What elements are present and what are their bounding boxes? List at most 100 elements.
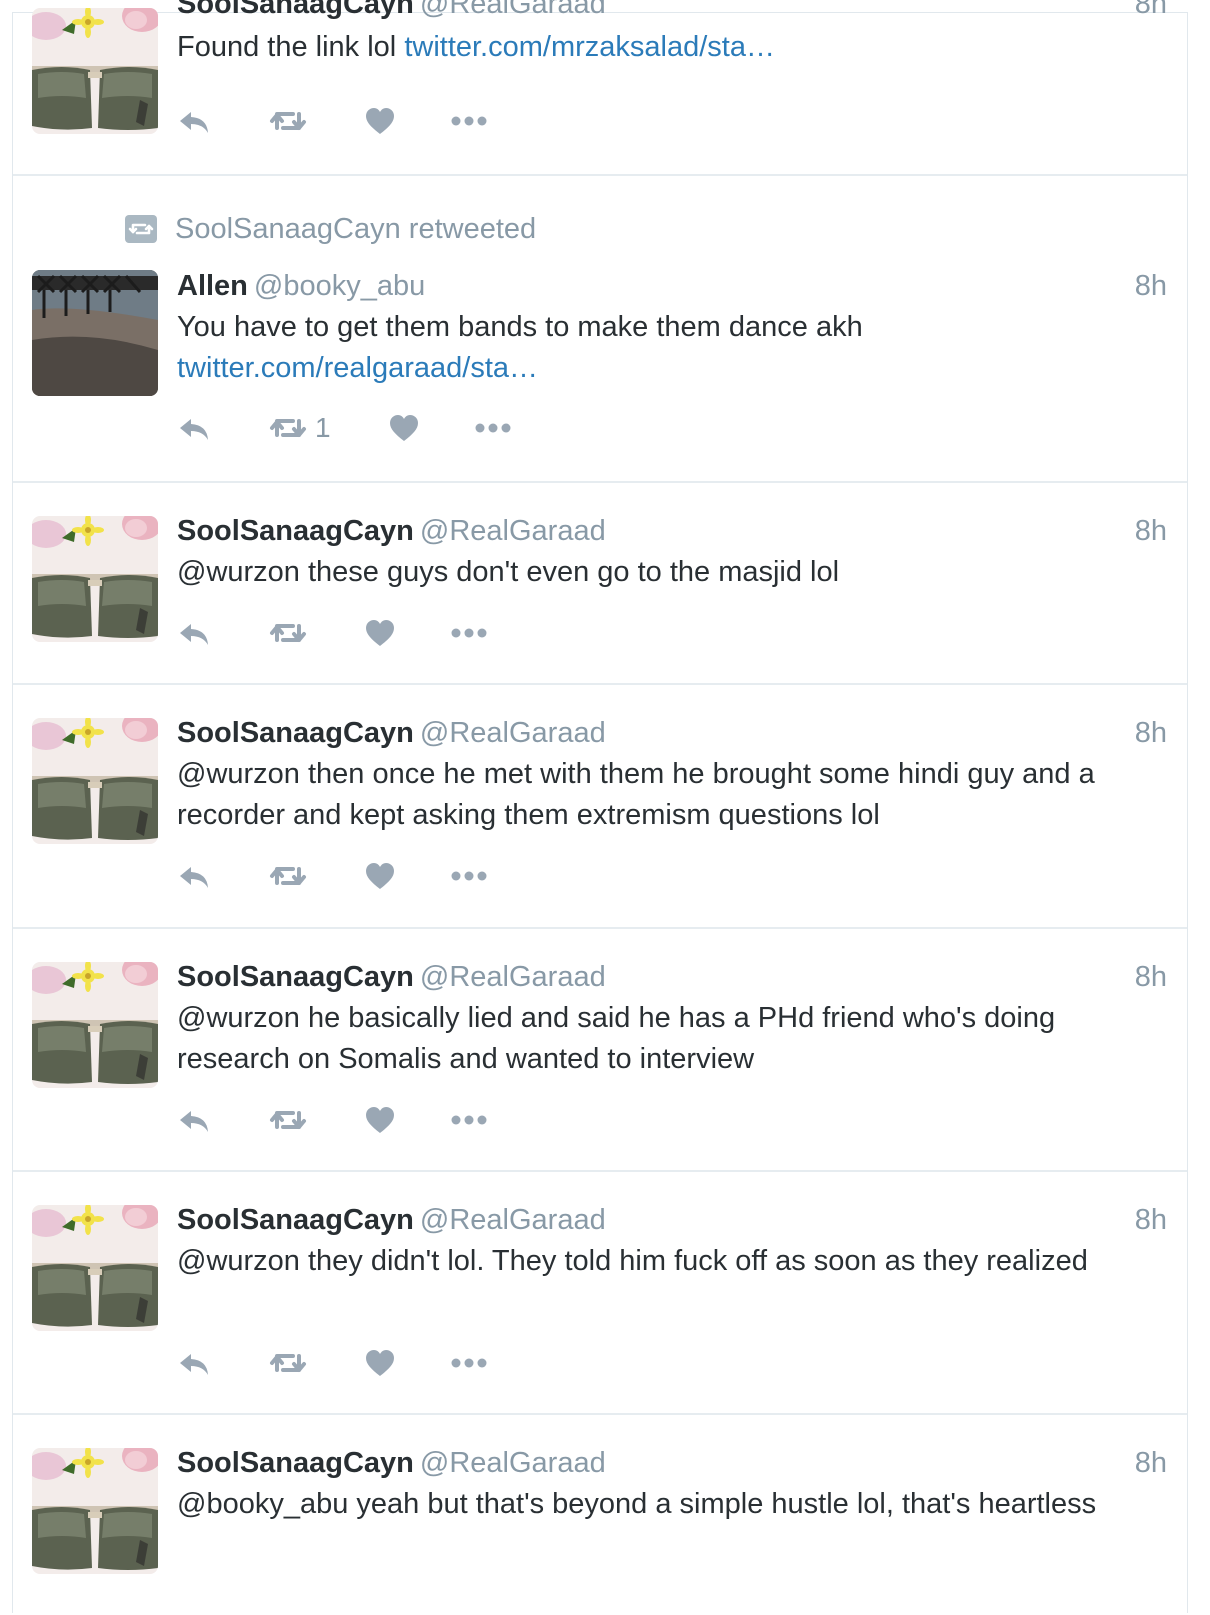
timestamp[interactable]: 8h xyxy=(1135,713,1167,753)
timestamp[interactable]: 8h xyxy=(1135,957,1167,997)
user-handle[interactable]: @RealGaraad xyxy=(420,0,606,20)
retweet-icon xyxy=(270,1354,306,1372)
heart-icon xyxy=(366,863,394,889)
tweet-body: You have to get them bands to make them … xyxy=(177,311,863,343)
retweet-icon xyxy=(270,624,306,642)
tweet[interactable]: SoolSanaagCayn @RealGaraad 8h @booky_abu … xyxy=(13,1415,1187,1615)
tweet-header: Allen @booky_abu 8h xyxy=(177,266,1167,306)
more-icon xyxy=(451,871,487,881)
retweet-context-icon xyxy=(125,215,157,243)
user-handle[interactable]: @booky_abu xyxy=(254,270,425,302)
more-button[interactable] xyxy=(451,615,487,651)
like-button[interactable] xyxy=(365,615,395,651)
tweet-link[interactable]: twitter.com/realgaraad/sta… xyxy=(177,348,1167,389)
timestamp[interactable]: 8h xyxy=(1135,1200,1167,1240)
avatar[interactable] xyxy=(32,1448,158,1574)
tweet-header: SoolSanaagCayn @RealGaraad 8h xyxy=(177,511,1167,551)
tweet-body: @wurzon then once he met with them he br… xyxy=(177,758,1095,831)
tweet[interactable]: SoolSanaagCayn @RealGaraad 8h @wurzon the… xyxy=(13,1172,1187,1415)
retweet-button[interactable] xyxy=(269,615,307,651)
like-button[interactable] xyxy=(365,1345,395,1381)
display-name[interactable]: SoolSanaagCayn xyxy=(177,1204,414,1236)
tweet-text: @wurzon they didn't lol. They told him f… xyxy=(177,1241,1167,1282)
tweet-text: @wurzon then once he met with them he br… xyxy=(177,754,1167,836)
tweet-text: @wurzon these guys don't even go to the … xyxy=(177,552,1167,593)
display-name[interactable]: SoolSanaagCayn xyxy=(177,1447,414,1479)
tweet[interactable]: SoolSanaagCayn @RealGaraad 8h @wurzon the… xyxy=(13,685,1187,929)
timestamp[interactable]: 8h xyxy=(1135,511,1167,551)
user-handle[interactable]: @RealGaraad xyxy=(420,1447,606,1479)
more-button[interactable] xyxy=(451,1345,487,1381)
tweet-header: SoolSanaagCayn @RealGaraad 8h xyxy=(177,713,1167,753)
display-name[interactable]: SoolSanaagCayn xyxy=(177,515,414,547)
heart-icon xyxy=(390,415,418,441)
tweet[interactable]: SoolSanaagCayn @RealGaraad 8h @wurzon he … xyxy=(13,929,1187,1172)
retweet-button[interactable] xyxy=(269,1102,307,1138)
display-name[interactable]: SoolSanaagCayn xyxy=(177,0,414,20)
reply-button[interactable] xyxy=(177,615,211,651)
display-name[interactable]: Allen xyxy=(177,270,248,302)
tweet-header: SoolSanaagCayn @RealGaraad 8h xyxy=(177,0,1167,24)
reply-icon xyxy=(180,624,208,645)
like-button[interactable] xyxy=(389,410,419,446)
user-handle[interactable]: @RealGaraad xyxy=(420,1204,606,1236)
tweet-header: SoolSanaagCayn @RealGaraad 8h xyxy=(177,957,1167,997)
tweet[interactable]: SoolSanaagCayn retweeted Allen @booky_ab… xyxy=(13,176,1187,483)
tweet-body: @wurzon they didn't lol. They told him f… xyxy=(177,1245,1088,1277)
more-button[interactable] xyxy=(451,1102,487,1138)
reply-icon xyxy=(180,1354,208,1375)
more-button[interactable] xyxy=(451,103,487,139)
retweet-icon xyxy=(270,867,306,885)
tweet[interactable]: SoolSanaagCayn @RealGaraad 8h Found the l… xyxy=(13,0,1187,176)
retweet-icon xyxy=(270,419,306,437)
more-icon xyxy=(451,1358,487,1368)
reply-button[interactable] xyxy=(177,858,211,894)
more-button[interactable] xyxy=(451,858,487,894)
retweet-button[interactable] xyxy=(269,1345,307,1381)
reply-button[interactable] xyxy=(177,103,211,139)
display-name[interactable]: SoolSanaagCayn xyxy=(177,717,414,749)
tweet-header: SoolSanaagCayn @RealGaraad 8h xyxy=(177,1200,1167,1240)
like-button[interactable] xyxy=(365,1102,395,1138)
reply-button[interactable] xyxy=(177,1102,211,1138)
retweet-button[interactable]: 1 xyxy=(269,410,331,446)
user-handle[interactable]: @RealGaraad xyxy=(420,717,606,749)
reply-button[interactable] xyxy=(177,1345,211,1381)
display-name[interactable]: SoolSanaagCayn xyxy=(177,961,414,993)
user-handle[interactable]: @RealGaraad xyxy=(420,515,606,547)
like-button[interactable] xyxy=(365,858,395,894)
timestamp[interactable]: 8h xyxy=(1135,0,1167,24)
tweet-text: @booky_abu yeah but that's beyond a simp… xyxy=(177,1484,1167,1525)
retweet-context[interactable]: SoolSanaagCayn retweeted xyxy=(125,209,536,249)
tweet-body: @wurzon these guys don't even go to the … xyxy=(177,556,840,588)
more-icon xyxy=(451,116,487,126)
avatar[interactable] xyxy=(32,1205,158,1331)
timestamp[interactable]: 8h xyxy=(1135,266,1167,306)
tweet-body: Found the link lol xyxy=(177,31,405,63)
more-button[interactable] xyxy=(475,410,511,446)
more-icon xyxy=(451,628,487,638)
tweet-text: Found the link lol twitter.com/mrzaksala… xyxy=(177,27,1167,68)
retweet-icon xyxy=(270,112,306,130)
tweet-header: SoolSanaagCayn @RealGaraad 8h xyxy=(177,1443,1167,1483)
tweet-text: @wurzon he basically lied and said he ha… xyxy=(177,998,1167,1080)
tweet[interactable]: SoolSanaagCayn @RealGaraad 8h @wurzon the… xyxy=(13,483,1187,685)
avatar[interactable] xyxy=(32,962,158,1088)
heart-icon xyxy=(366,1350,394,1376)
avatar[interactable] xyxy=(32,516,158,642)
avatar[interactable] xyxy=(32,270,158,396)
reply-button[interactable] xyxy=(177,410,211,446)
avatar[interactable] xyxy=(32,718,158,844)
tweet-text: You have to get them bands to make them … xyxy=(177,307,1167,389)
avatar[interactable] xyxy=(32,8,158,134)
reply-icon xyxy=(180,112,208,133)
like-button[interactable] xyxy=(365,103,395,139)
more-icon xyxy=(451,1115,487,1125)
retweet-button[interactable] xyxy=(269,103,307,139)
timestamp[interactable]: 8h xyxy=(1135,1443,1167,1483)
user-handle[interactable]: @RealGaraad xyxy=(420,961,606,993)
reply-icon xyxy=(180,1111,208,1132)
reply-icon xyxy=(180,867,208,888)
tweet-link[interactable]: twitter.com/mrzaksalad/sta… xyxy=(404,31,775,63)
retweet-button[interactable] xyxy=(269,858,307,894)
